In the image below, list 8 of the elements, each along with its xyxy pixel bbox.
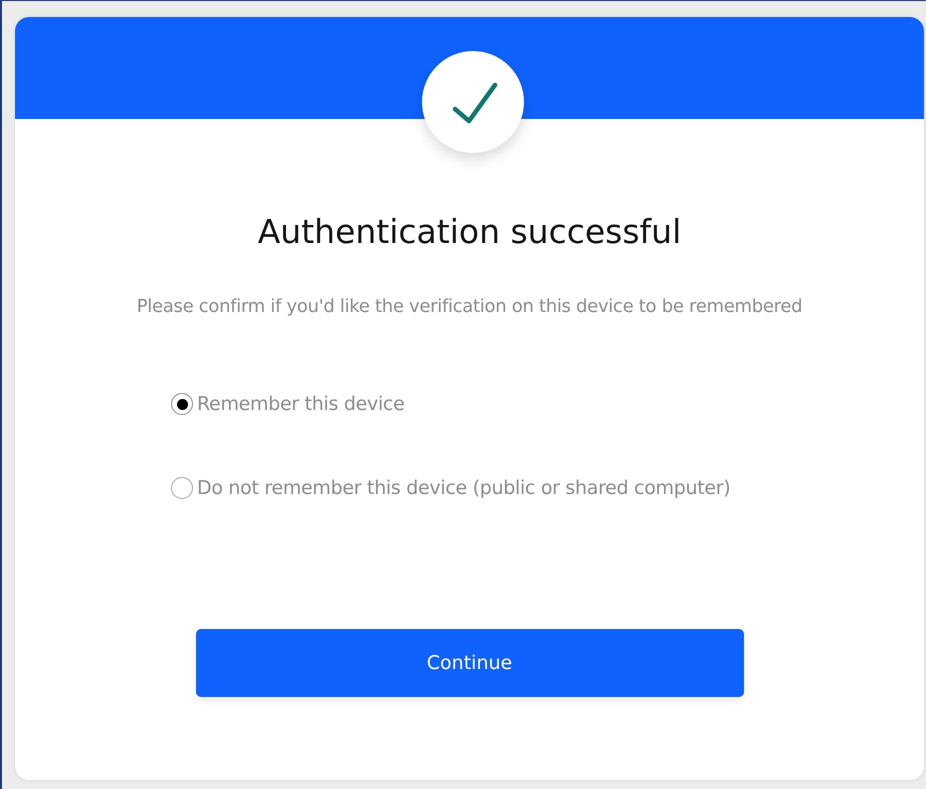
dialog-title: Authentication successful <box>258 212 682 251</box>
continue-button[interactable]: Continue <box>196 629 744 697</box>
radio-button[interactable] <box>171 393 193 415</box>
radio-button[interactable] <box>171 477 193 499</box>
radio-label[interactable]: Do not remember this device (public or shared computer) <box>197 477 730 499</box>
dialog-message: Please confirm if you'd like the verification on this device to be remembered <box>136 296 802 317</box>
radio-label[interactable]: Remember this device <box>197 393 404 415</box>
checkmark-icon <box>452 82 498 124</box>
